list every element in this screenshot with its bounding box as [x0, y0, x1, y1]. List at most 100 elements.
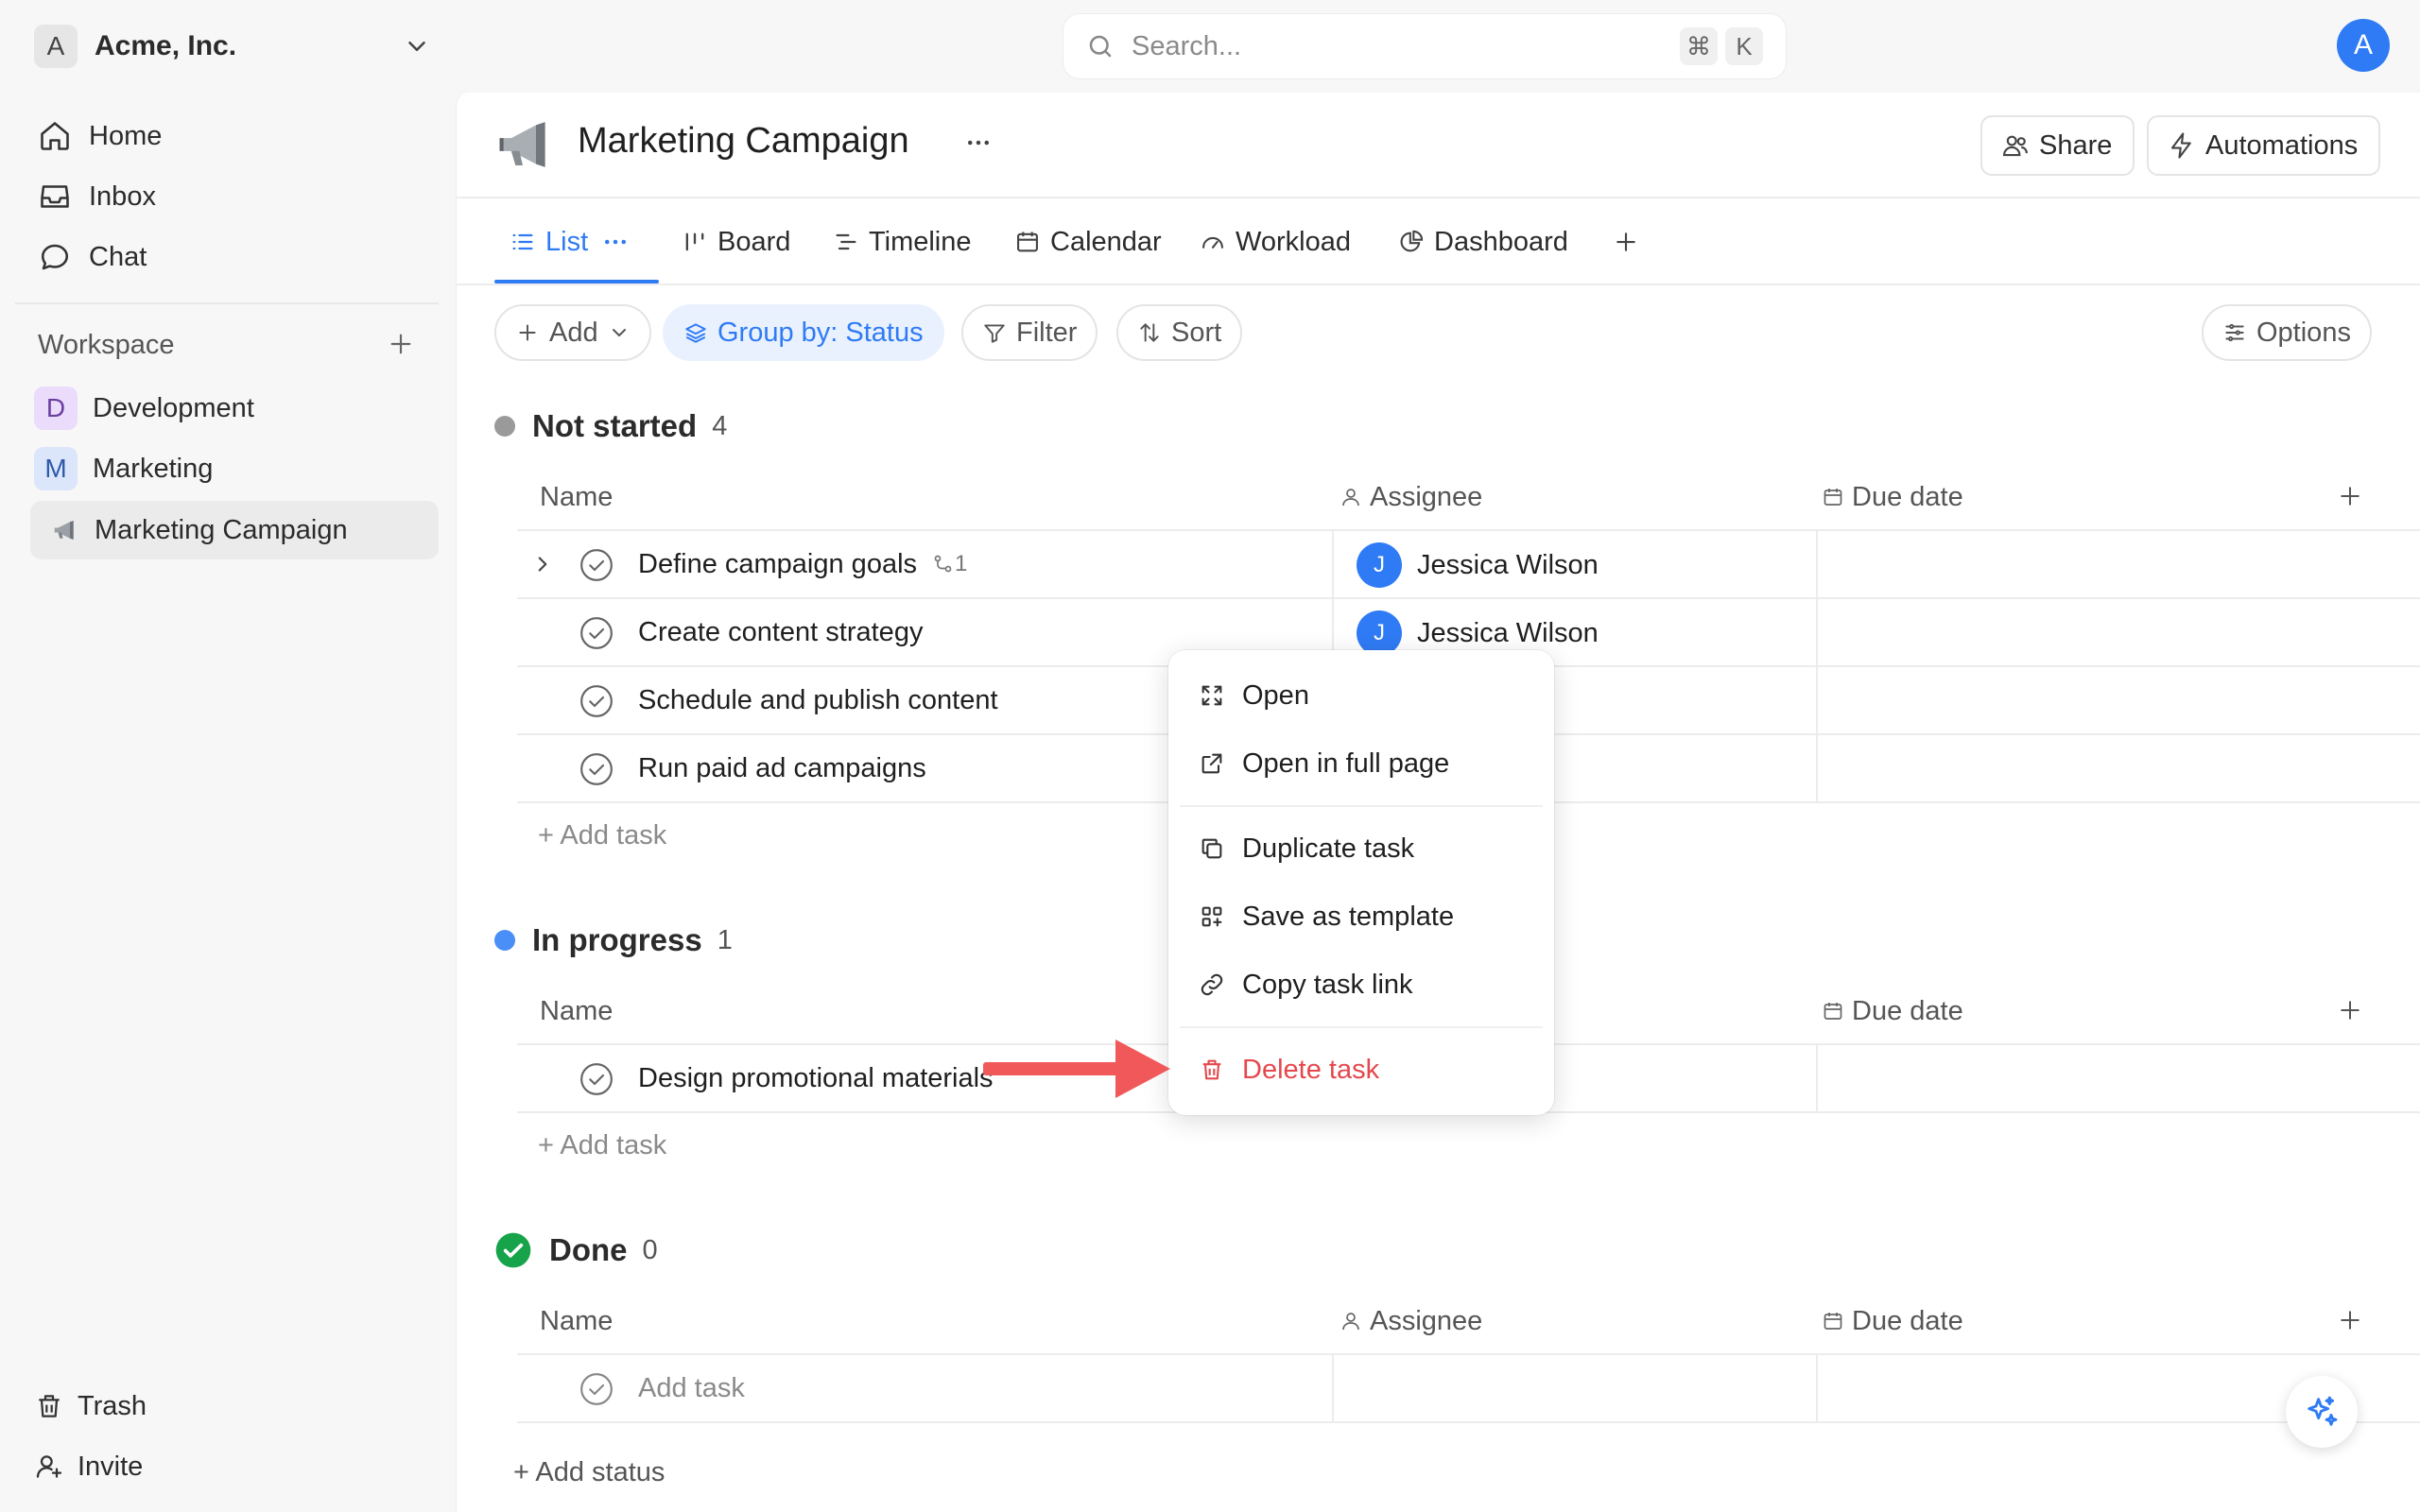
project-badge: D: [34, 387, 78, 430]
filter-button[interactable]: Filter: [961, 304, 1098, 361]
menu-item-duplicate-task[interactable]: Duplicate task: [1168, 815, 1554, 883]
search-input[interactable]: Search... ⌘ K: [1063, 13, 1787, 79]
task-name[interactable]: Design promotional materials: [638, 1045, 994, 1111]
tab-label: Workload: [1236, 226, 1351, 257]
task-name[interactable]: Create content strategy: [638, 599, 923, 665]
task-name[interactable]: Define campaign goals 1: [638, 531, 967, 597]
automations-button[interactable]: Automations: [2147, 115, 2381, 176]
project-badge: M: [34, 447, 78, 490]
sidebar-item-label: Trash: [78, 1390, 147, 1421]
lightning-icon: [2168, 131, 2196, 160]
chevron-down-icon[interactable]: [403, 32, 431, 60]
tab-timeline[interactable]: Timeline: [833, 198, 972, 285]
tab-dashboard[interactable]: Dashboard: [1398, 198, 1568, 285]
group-header-not-started[interactable]: Not started 4: [494, 403, 727, 450]
table-row[interactable]: Define campaign goals 1 J Jessica Wilson: [517, 531, 2420, 599]
menu-item-label: Delete task: [1242, 1054, 1380, 1085]
home-icon: [34, 119, 76, 153]
task-name-cell: Add task: [517, 1355, 1332, 1421]
sidebar-item-home[interactable]: Home: [34, 110, 431, 163]
done-check-circle-icon: [494, 1231, 532, 1269]
task-name[interactable]: Schedule and publish content: [638, 667, 998, 733]
task-checkbox-icon[interactable]: [578, 614, 615, 652]
menu-separator: [1180, 805, 1543, 807]
sidebar-project-marketing-campaign[interactable]: Marketing Campaign: [30, 501, 439, 559]
group-header-done[interactable]: Done 0: [494, 1227, 658, 1274]
chevron-down-icon: [608, 321, 631, 344]
sidebar-item-inbox[interactable]: Inbox: [34, 170, 431, 223]
task-checkbox-icon[interactable]: [578, 546, 615, 584]
menu-item-copy-task-link[interactable]: Copy task link: [1168, 951, 1554, 1019]
tab-calendar[interactable]: Calendar: [1014, 198, 1162, 285]
menu-item-open-full-page[interactable]: Open in full page: [1168, 730, 1554, 798]
menu-item-delete-task[interactable]: Delete task: [1168, 1036, 1554, 1104]
menu-item-open[interactable]: Open: [1168, 662, 1554, 730]
menu-item-save-as-template[interactable]: Save as template: [1168, 883, 1554, 951]
group-title: Not started: [532, 408, 698, 443]
task-checkbox-icon[interactable]: [578, 1060, 615, 1098]
column-header-assignee[interactable]: Assignee: [1340, 1287, 1482, 1355]
task-checkbox-icon[interactable]: [578, 682, 615, 720]
column-header-due-date[interactable]: Due date: [1822, 977, 1963, 1045]
tab-list[interactable]: List: [510, 198, 630, 285]
assignee-avatar: J: [1357, 542, 1402, 588]
menu-item-label: Duplicate task: [1242, 833, 1415, 864]
column-label: Name: [540, 995, 614, 1026]
workspace-switcher[interactable]: A Acme, Inc.: [34, 23, 431, 70]
assignee-cell[interactable]: J Jessica Wilson: [1357, 610, 1599, 656]
active-tab-indicator: [494, 280, 659, 284]
subtask-icon: [932, 553, 955, 576]
column-divider: [1816, 531, 1818, 597]
sidebar-item-chat[interactable]: Chat: [34, 231, 431, 284]
column-header-due-date[interactable]: Due date: [1822, 1287, 1963, 1355]
add-column-plus-icon[interactable]: [2336, 996, 2364, 1024]
more-options-icon[interactable]: [958, 129, 999, 157]
sort-button[interactable]: Sort: [1116, 304, 1243, 361]
sidebar: Home Inbox Chat Workspace D Development …: [0, 91, 454, 1512]
sidebar-item-trash[interactable]: Trash: [34, 1382, 147, 1431]
task-name[interactable]: Run paid ad campaigns: [638, 735, 926, 801]
add-status-link[interactable]: + Add status: [513, 1457, 665, 1488]
user-avatar[interactable]: A: [2337, 19, 2390, 72]
menu-item-label: Open: [1242, 679, 1309, 711]
tab-board[interactable]: Board: [682, 198, 790, 285]
add-column-plus-icon[interactable]: [2336, 482, 2364, 510]
add-project-plus-icon[interactable]: [386, 329, 416, 359]
options-button[interactable]: Options: [2202, 304, 2372, 361]
column-header-due-date[interactable]: Due date: [1822, 463, 1963, 531]
share-button[interactable]: Share: [1980, 115, 2135, 176]
column-header-name[interactable]: Name: [540, 463, 613, 531]
add-column-plus-icon[interactable]: [2336, 1306, 2364, 1334]
task-checkbox-icon[interactable]: [578, 750, 615, 788]
add-dropdown-button[interactable]: Add: [494, 304, 651, 361]
sidebar-item-label: Home: [89, 120, 163, 151]
menu-separator: [1180, 1026, 1543, 1028]
sidebar-item-label: Inbox: [89, 180, 156, 212]
shortcut-command-key: ⌘: [1680, 27, 1718, 65]
add-task-placeholder[interactable]: Add task: [638, 1355, 745, 1421]
column-header-name[interactable]: Name: [540, 977, 613, 1045]
assignee-cell[interactable]: J Jessica Wilson: [1357, 542, 1599, 588]
add-view-button[interactable]: [1612, 198, 1640, 285]
ai-assistant-button[interactable]: [2286, 1376, 2358, 1448]
add-task-link[interactable]: + Add task: [538, 820, 666, 851]
tab-more-icon[interactable]: [601, 228, 630, 256]
add-task-row[interactable]: Add task: [517, 1355, 2420, 1423]
group-count: 1: [717, 924, 733, 955]
trash-icon: [1199, 1057, 1225, 1083]
table-header: Name Assignee Due date: [517, 1287, 2420, 1355]
sidebar-project-development[interactable]: D Development: [34, 382, 431, 435]
task-name-cell: Define campaign goals 1: [517, 531, 1332, 597]
plus-icon: [515, 320, 540, 345]
group-by-status-button[interactable]: Group by: Status: [663, 304, 944, 361]
add-task-link[interactable]: + Add task: [538, 1130, 666, 1161]
add-label: Add: [549, 317, 598, 348]
task-context-menu: Open Open in full page Duplicate task Sa…: [1168, 650, 1554, 1115]
tab-workload[interactable]: Workload: [1200, 198, 1351, 285]
sidebar-project-marketing[interactable]: M Marketing: [34, 442, 431, 495]
group-header-in-progress[interactable]: In progress 1: [494, 917, 733, 964]
column-header-name[interactable]: Name: [540, 1287, 613, 1355]
person-icon: [1340, 486, 1362, 508]
column-header-assignee[interactable]: Assignee: [1340, 463, 1482, 531]
sidebar-item-invite[interactable]: Invite: [34, 1442, 143, 1491]
